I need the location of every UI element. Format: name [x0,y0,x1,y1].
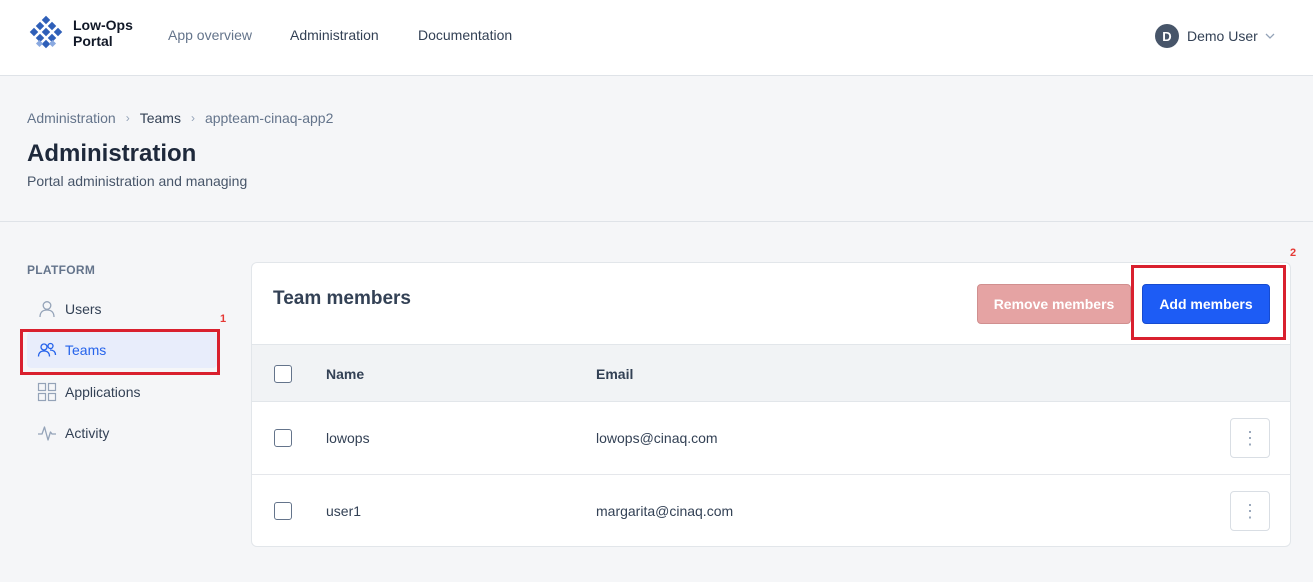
member-name: user1 [326,503,362,519]
sidebar-item-label: Applications [65,384,141,400]
sidebar-item-teams[interactable]: Teams [27,332,217,368]
top-navbar: Low-Ops Portal App overview Administrati… [0,0,1313,76]
sidebar-item-label: Activity [65,425,110,441]
breadcrumb-administration[interactable]: Administration [27,110,116,126]
row-checkbox[interactable] [274,502,292,520]
page-subtitle: Portal administration and managing [27,173,248,189]
user-icon [39,301,55,318]
grid-icon [37,382,57,402]
column-header-name[interactable]: Name [326,366,364,382]
breadcrumb-team[interactable]: appteam-cinaq-app2 [205,110,333,126]
chevron-right-icon: › [190,111,195,125]
chevron-down-icon [1265,33,1275,39]
member-name: lowops [326,430,370,446]
annotation-marker-2: 2 [1290,247,1297,259]
team-members-card: Team members Remove members Add members … [251,262,1291,547]
member-email: lowops@cinaq.com [596,430,718,446]
logo-icon[interactable] [26,14,66,54]
sidebar-item-label: Teams [65,342,107,358]
breadcrumb-teams[interactable]: Teams [140,110,181,126]
column-header-email[interactable]: Email [596,366,633,382]
logo-line-1: Low-Ops [73,17,133,33]
page-title: Administration [27,140,197,167]
more-vertical-icon: ⋮ [1241,427,1259,448]
remove-members-button[interactable]: Remove members [977,284,1131,324]
sidebar-item-label: Users [65,301,102,317]
avatar: D [1155,24,1179,48]
page-header: Administration › Teams › appteam-cinaq-a… [0,76,1313,222]
user-menu[interactable]: D Demo User [1155,24,1276,48]
user-name: Demo User [1187,28,1258,44]
chevron-right-icon: › [125,111,130,125]
add-members-button[interactable]: Add members [1142,284,1270,324]
sidebar-item-applications[interactable]: Applications [27,374,217,410]
app-logo-text[interactable]: Low-Ops Portal [73,17,133,49]
select-all-checkbox[interactable] [274,365,292,383]
table-row: user1 margarita@cinaq.com ⋮ [252,475,1290,546]
nav-app-overview[interactable]: App overview [168,27,252,43]
nav-administration[interactable]: Administration [290,27,379,43]
users-icon [37,342,57,357]
table-header: Name Email [252,344,1290,402]
annotation-marker-1: 1 [220,313,227,325]
row-menu-button[interactable]: ⋮ [1230,491,1270,531]
sidebar-item-activity[interactable]: Activity [27,415,217,451]
sidebar-item-users[interactable]: Users [27,291,217,327]
more-vertical-icon: ⋮ [1241,500,1259,521]
sidebar-heading: PLATFORM [27,263,96,277]
row-menu-button[interactable]: ⋮ [1230,418,1270,458]
logo-line-2: Portal [73,33,113,49]
nav-documentation[interactable]: Documentation [418,27,512,43]
row-checkbox[interactable] [274,429,292,447]
member-email: margarita@cinaq.com [596,503,734,519]
table-row: lowops lowops@cinaq.com ⋮ [252,402,1290,475]
breadcrumb: Administration › Teams › appteam-cinaq-a… [27,110,333,126]
activity-icon [38,426,56,441]
card-title: Team members [273,288,411,309]
